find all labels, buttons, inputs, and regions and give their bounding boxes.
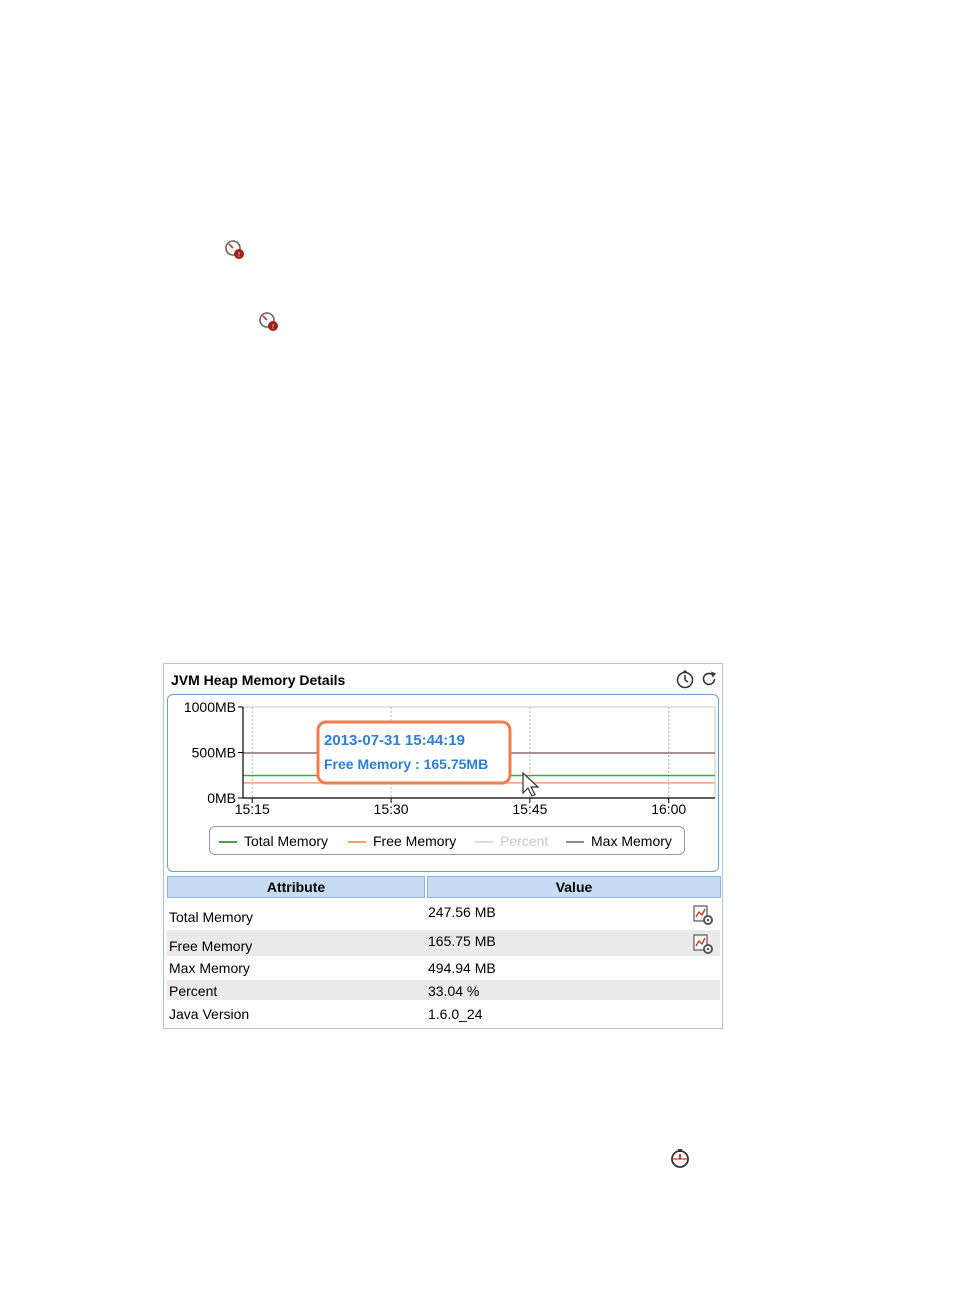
x-tick-label: 15:45 — [512, 801, 547, 817]
x-tick-label: 16:00 — [651, 801, 686, 817]
value-cell: 247.56 MB — [428, 904, 496, 920]
attribute-cell: Max Memory — [169, 960, 250, 976]
widget-title: JVM Heap Memory Details — [171, 672, 346, 688]
table-row: Free Memory 165.75 MB — [167, 930, 720, 956]
timer-icon[interactable] — [675, 669, 695, 689]
refresh-icon[interactable] — [699, 669, 719, 689]
value-cell: 165.75 MB — [428, 933, 496, 949]
chart-settings-icon[interactable] — [692, 933, 714, 955]
value-cell: 1.6.0_24 — [428, 1006, 483, 1022]
legend-swatch — [219, 841, 237, 843]
jvm-heap-memory-widget: JVM Heap Memory Details 0MB 500MB 1000MB 15… — [163, 663, 723, 1029]
table-row: Java Version 1.6.0_24 — [167, 1003, 720, 1023]
legend-swatch — [566, 841, 584, 843]
gauge-red-icon-2: ! — [259, 312, 278, 331]
attribute-cell: Free Memory — [169, 938, 253, 954]
attribute-cell: Percent — [169, 983, 218, 999]
x-tick-label: 15:15 — [235, 801, 270, 817]
legend-swatch — [475, 841, 493, 843]
y-tick-label: 0MB — [207, 790, 236, 806]
table-row: Percent 33.04 % — [167, 980, 720, 1000]
svg-text:!: ! — [238, 252, 240, 259]
header-value: Value — [427, 876, 721, 898]
header-attribute: Attribute — [167, 876, 425, 898]
value-cell: 33.04 % — [428, 983, 480, 999]
tooltip-timestamp: 2013-07-31 15:44:19 — [324, 732, 465, 749]
legend-swatch — [348, 841, 366, 843]
y-tick-label: 1000MB — [184, 699, 236, 715]
tooltip-value: Free Memory : 165.75MB — [324, 756, 488, 772]
chart-legend: Total Memory Free Memory Percent Max Mem… — [209, 826, 685, 855]
y-tick-label: 500MB — [192, 745, 236, 761]
table-row: Total Memory 247.56 MB — [167, 901, 720, 930]
value-cell: 494.94 MB — [428, 960, 496, 976]
timer-icon — [671, 1149, 689, 1168]
legend-label: Percent — [500, 833, 549, 849]
chart-panel: 0MB 500MB 1000MB 15:15 15:30 15:45 16:00 2013-… — [167, 694, 719, 872]
legend-label: Total Memory — [244, 833, 329, 849]
attribute-cell: Total Memory — [169, 909, 254, 925]
attribute-cell: Java Version — [169, 1006, 250, 1022]
svg-text:!: ! — [272, 324, 274, 331]
chart-settings-icon[interactable] — [692, 904, 714, 926]
memory-line-chart: 0MB 500MB 1000MB 15:15 15:30 15:45 16:00 2013-… — [184, 699, 716, 817]
table-row: Max Memory 494.94 MB — [167, 957, 720, 977]
x-tick-label: 15:30 — [374, 801, 409, 817]
legend-label: Max Memory — [591, 833, 672, 849]
legend-label: Free Memory — [373, 833, 457, 849]
gauge-red-icon: ! — [225, 240, 244, 259]
